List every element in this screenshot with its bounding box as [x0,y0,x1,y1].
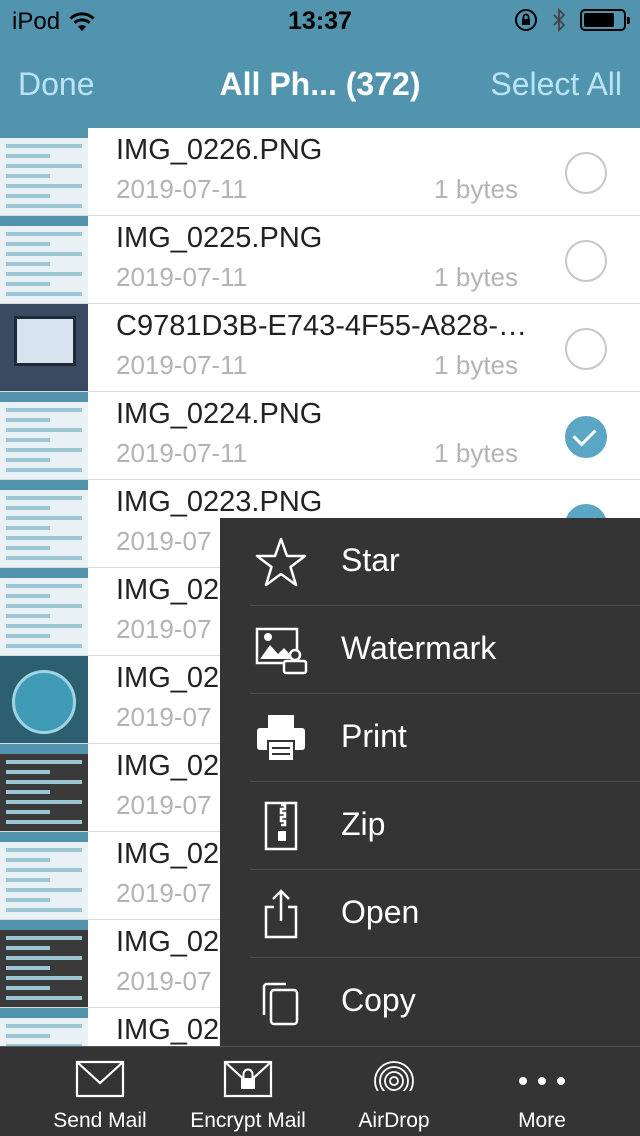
file-size: 1 bytes [434,438,518,468]
rotation-lock-icon [515,9,537,31]
share-icon [264,889,298,939]
file-date: 2019-07 [116,526,212,556]
menu-item-label: Open [341,894,420,930]
select-checkbox[interactable] [565,240,607,282]
nav-bar: Done All Ph... (372) Select All [0,40,640,128]
menu-item-star[interactable]: Star [220,518,640,606]
file-thumbnail [0,304,88,391]
file-thumbnail [0,1008,88,1046]
battery-icon [580,9,630,31]
file-thumbnail [0,392,88,479]
airdrop-button[interactable]: AirDrop [314,1047,474,1136]
file-size: 1 bytes [434,262,518,292]
file-date: 2019-07-11 [116,438,248,468]
menu-item-print[interactable]: Print [220,694,640,782]
send-mail-button[interactable]: Send Mail [20,1047,180,1136]
menu-item-label: Zip [341,806,386,842]
copy-icon [262,982,299,1026]
status-right [514,8,630,32]
file-name: IMG_0225.PNG [116,222,323,254]
file-date: 2019-07 [116,966,212,996]
file-size: 1 bytes [434,350,518,380]
file-thumbnail [0,216,88,303]
file-date: 2019-07 [116,878,212,908]
file-date: 2019-07-11 [116,262,248,292]
file-thumbnail [0,744,88,831]
select-checkbox[interactable] [565,328,607,370]
file-row[interactable]: IMG_0226.PNG 2019-07-11 1 bytes [0,128,640,216]
file-date: 2019-07-11 [116,350,248,380]
file-name: IMG_0223.PNG [116,486,323,518]
encrypt-mail-button[interactable]: Encrypt Mail [168,1047,328,1136]
menu-item-label: Watermark [341,630,497,666]
menu-item-copy[interactable]: Copy [220,958,640,1046]
watermark-icon [255,627,308,675]
file-thumbnail [0,480,88,567]
zip-icon [264,801,298,851]
menu-item-watermark[interactable]: Watermark [220,606,640,694]
bluetooth-icon [553,8,566,32]
tab-label: More [518,1109,566,1132]
bottom-toolbar: Send Mail Encrypt Mail AirDrop More [0,1046,640,1136]
file-thumbnail [0,656,88,743]
file-row[interactable]: IMG_0225.PNG 2019-07-11 1 bytes [0,216,640,304]
file-name: IMG_0226.PNG [116,134,323,166]
more-button[interactable]: More [462,1047,622,1136]
more-icon [519,1077,565,1085]
file-date: 2019-07 [116,614,212,644]
file-thumbnail [0,832,88,919]
file-thumbnail [0,920,88,1007]
file-date: 2019-07-11 [116,174,248,204]
menu-item-open[interactable]: Open [220,870,640,958]
select-all-button[interactable]: Select All [490,66,622,103]
encrypted-mail-icon [223,1060,273,1098]
menu-item-label: Star [341,542,400,578]
tab-label: AirDrop [358,1109,430,1132]
file-size: 1 bytes [434,174,518,204]
tab-label: Send Mail [53,1109,147,1132]
file-row[interactable]: IMG_0224.PNG 2019-07-11 1 bytes [0,392,640,480]
menu-item-zip[interactable]: Zip [220,782,640,870]
file-row[interactable]: C9781D3B-E743-4F55-A828-… 2019-07-11 1 byt… [0,304,640,392]
mail-icon [75,1060,125,1098]
star-icon [255,537,307,587]
action-menu: Star Watermark Print Zip Open Copy [220,518,640,1046]
tab-label: Encrypt Mail [190,1109,306,1132]
selected-checkmark[interactable] [565,416,607,458]
file-name: IMG_0224.PNG [116,398,323,430]
file-thumbnail [0,128,88,215]
menu-item-label: Print [341,718,407,754]
select-checkbox[interactable] [565,152,607,194]
status-bar: iPod 13:37 [0,0,640,40]
file-name: C9781D3B-E743-4F55-A828-… [116,310,528,342]
file-thumbnail [0,568,88,655]
menu-item-label: Copy [341,982,416,1018]
file-date: 2019-07 [116,702,212,732]
print-icon [257,715,305,762]
airdrop-icon [373,1061,415,1105]
file-date: 2019-07 [116,790,212,820]
top-bar: iPod 13:37 Done All Ph... (372) Select A… [0,0,640,128]
battery-level [584,13,615,27]
